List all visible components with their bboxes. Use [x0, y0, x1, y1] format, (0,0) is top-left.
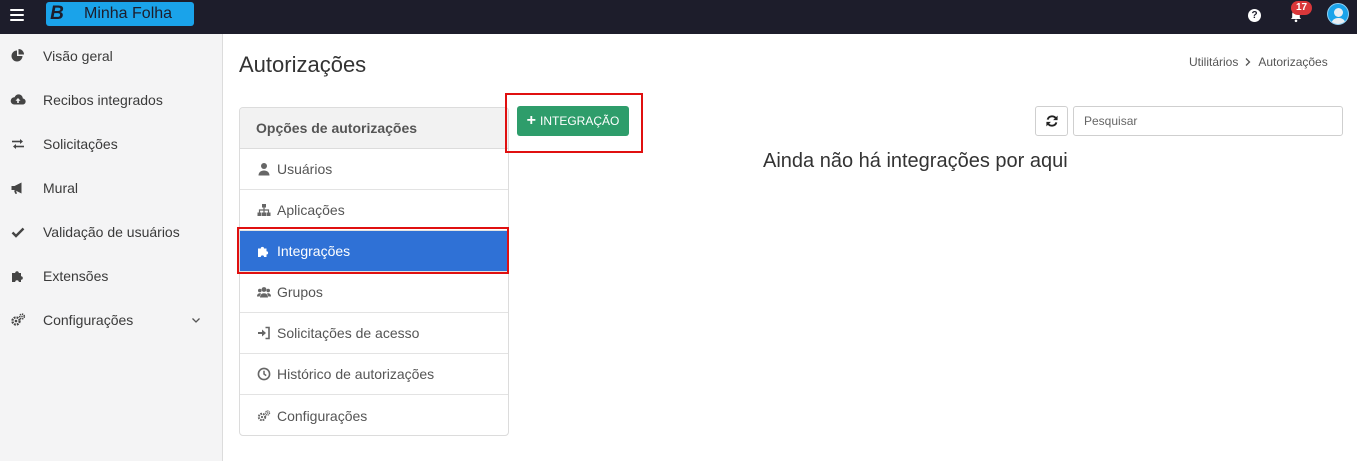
megaphone-icon	[11, 182, 22, 194]
notification-count-badge: 17	[1291, 1, 1313, 15]
user-avatar[interactable]	[1327, 3, 1349, 25]
brand-logo[interactable]: B Minha Folha	[46, 2, 194, 26]
sign-in-icon	[258, 326, 270, 340]
user-icon	[258, 163, 270, 176]
exchange-arrows-icon	[12, 139, 24, 149]
option-label: Aplicações	[277, 202, 345, 218]
option-configuracoes[interactable]: Configurações	[240, 395, 508, 435]
refresh-icon	[1045, 115, 1058, 127]
option-grupos[interactable]: Grupos	[240, 272, 508, 313]
sidebar-item-label: Visão geral	[43, 48, 113, 64]
sidebar-item-configuracoes[interactable]: Configurações	[0, 298, 222, 342]
authorization-options-panel: Opções de autorizações Usuários Aplicaçõ…	[239, 107, 509, 436]
add-integration-label: INTEGRAÇÃO	[540, 114, 620, 128]
refresh-button[interactable]	[1035, 106, 1068, 136]
empty-state-message: Ainda não há integrações por aqui	[763, 150, 1068, 172]
check-icon	[11, 227, 25, 238]
add-integration-button[interactable]: + INTEGRAÇÃO	[517, 106, 629, 136]
sidebar-item-mural[interactable]: Mural	[0, 166, 222, 210]
option-historico-autorizacoes[interactable]: Histórico de autorizações	[240, 354, 508, 395]
sidebar-item-label: Recibos integrados	[43, 92, 163, 108]
option-label: Histórico de autorizações	[277, 366, 435, 382]
brand-logo-letter: B	[50, 3, 64, 24]
cloud-upload-icon	[10, 94, 26, 105]
gears-icon	[11, 313, 26, 326]
puzzle-icon	[12, 271, 23, 282]
option-solicitacoes-acesso[interactable]: Solicitações de acesso	[240, 313, 508, 354]
option-label: Solicitações de acesso	[277, 325, 420, 341]
users-icon	[257, 287, 271, 298]
pie-chart-icon	[11, 49, 24, 62]
brand-name: Minha Folha	[84, 5, 173, 22]
breadcrumb-link-utilitarios[interactable]: Utilitários	[1189, 55, 1238, 69]
menu-hamburger-icon[interactable]	[10, 9, 24, 23]
option-integracoes[interactable]: Integrações	[240, 231, 508, 272]
sidebar-item-label: Mural	[43, 180, 79, 196]
option-label: Usuários	[277, 161, 333, 177]
panel-header: Opções de autorizações	[240, 108, 508, 149]
puzzle-icon	[258, 246, 269, 257]
sidebar-item-label: Solicitações	[43, 136, 118, 152]
breadcrumb: Utilitários Autorizações	[1189, 55, 1328, 69]
sidebar-item-validacao-usuarios[interactable]: Validação de usuários	[0, 210, 222, 254]
sidebar-item-solicitacoes[interactable]: Solicitações	[0, 122, 222, 166]
clock-icon	[257, 367, 271, 381]
chevron-down-icon	[192, 318, 200, 323]
sidebar-item-extensoes[interactable]: Extensões	[0, 254, 222, 298]
option-label: Integrações	[277, 243, 351, 259]
sidebar: Visão geral Recibos integrados Solicitaç…	[0, 34, 223, 461]
sitemap-icon	[257, 204, 271, 216]
sidebar-item-label: Validação de usuários	[43, 224, 180, 240]
top-navbar: B Minha Folha ? 17	[0, 0, 1357, 34]
chevron-right-icon	[1245, 58, 1251, 66]
option-label: Configurações	[277, 407, 368, 424]
sidebar-item-recibos-integrados[interactable]: Recibos integrados	[0, 78, 222, 122]
question-icon[interactable]: ?	[1248, 9, 1261, 22]
breadcrumb-current: Autorizações	[1258, 55, 1328, 69]
gears-icon	[257, 409, 271, 421]
option-label: Grupos	[277, 284, 323, 300]
sidebar-item-label: Configurações	[43, 312, 134, 328]
option-usuarios[interactable]: Usuários	[240, 149, 508, 190]
search-input[interactable]	[1073, 106, 1343, 136]
option-aplicacoes[interactable]: Aplicações	[240, 190, 508, 231]
sidebar-item-visao-geral[interactable]: Visão geral	[0, 34, 222, 78]
plus-icon: +	[526, 112, 536, 129]
sidebar-item-label: Extensões	[43, 268, 109, 284]
page-title: Autorizações	[239, 52, 367, 77]
